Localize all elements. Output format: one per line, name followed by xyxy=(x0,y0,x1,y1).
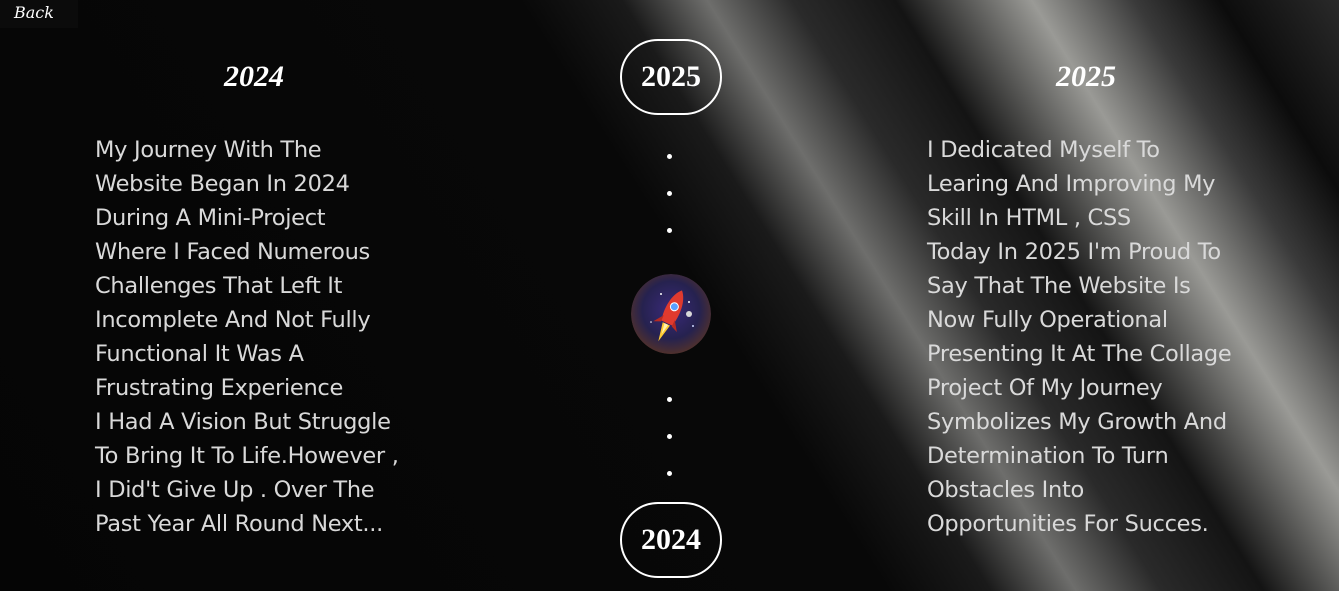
right-story-text: I Dedicated Myself To Learing And Improv… xyxy=(927,137,1232,537)
year-pill-top[interactable]: 2025 xyxy=(620,39,722,115)
timeline-dot xyxy=(667,228,672,233)
timeline-page: Back 2024 My Journey With The Website Be… xyxy=(0,0,1339,591)
left-story-text: My Journey With The Website Began In 202… xyxy=(95,137,399,537)
timeline-dot xyxy=(667,154,672,159)
year-pill-bottom[interactable]: 2024 xyxy=(620,502,722,578)
timeline-dot xyxy=(667,434,672,439)
timeline-dot xyxy=(667,397,672,402)
back-link[interactable]: Back xyxy=(0,0,78,28)
rocket-icon xyxy=(631,274,711,354)
timeline-dot xyxy=(667,471,672,476)
left-story: My Journey With The Website Began In 202… xyxy=(95,133,425,541)
left-year-heading: 2024 xyxy=(224,60,284,93)
right-story: I Dedicated Myself To Learing And Improv… xyxy=(927,133,1257,541)
right-year-heading: 2025 xyxy=(1056,60,1116,93)
timeline-dot xyxy=(667,191,672,196)
